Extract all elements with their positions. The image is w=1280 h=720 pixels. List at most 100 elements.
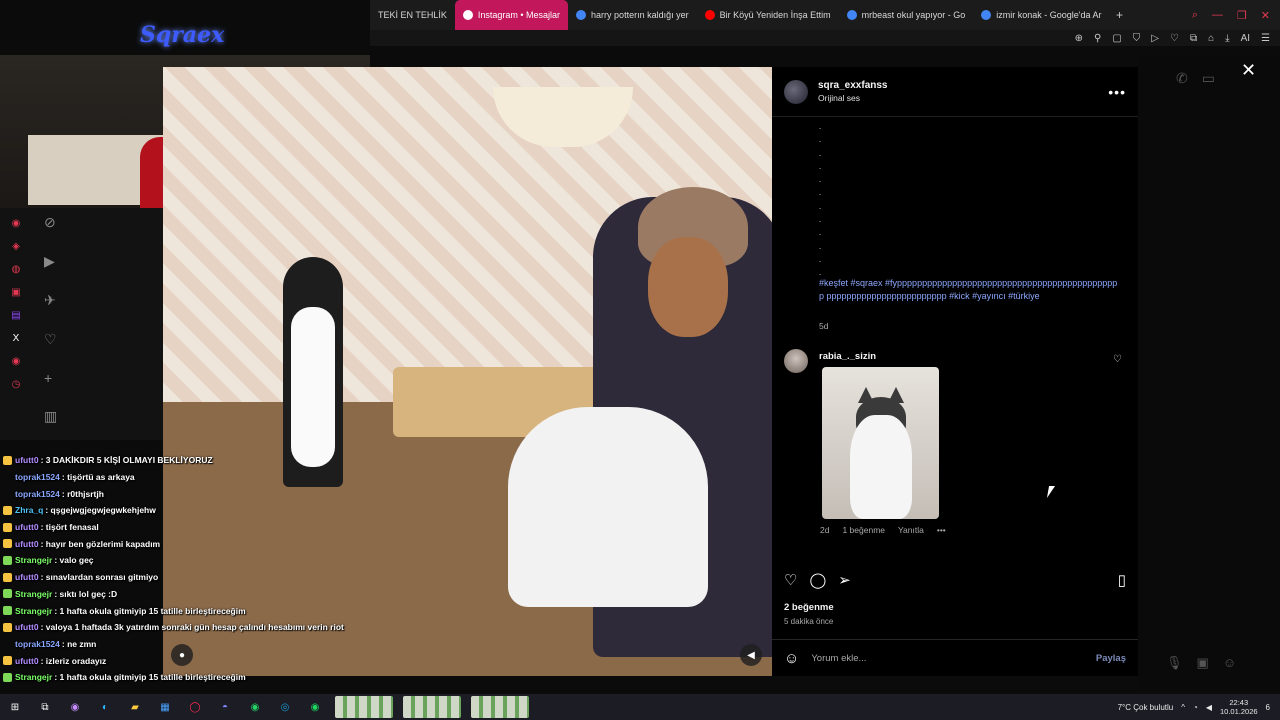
weather-widget[interactable]: 7°C Çok bulutlu: [1118, 703, 1174, 712]
tab-4[interactable]: mrbeast okul yapıyor - Go: [839, 0, 974, 30]
app-icon[interactable]: ◍: [12, 264, 21, 275]
extensions-icon[interactable]: ⧉: [1190, 33, 1197, 44]
wifi-icon[interactable]: ◔: [1193, 703, 1198, 712]
post-time: 5 dakika önce: [784, 617, 834, 626]
tab-3[interactable]: Bir Köyü Yeniden İnşa Ettim: [697, 0, 839, 30]
window-thumbnail[interactable]: [335, 696, 393, 718]
direct-icon[interactable]: ✈: [44, 292, 57, 309]
chat-line: toprak1524: r0thjsrtjh: [0, 485, 380, 502]
bookmark-icon[interactable]: ▯: [1118, 571, 1126, 589]
clock[interactable]: 22:43 10.01.2026: [1220, 698, 1258, 716]
window-thumbnail[interactable]: [471, 696, 529, 718]
comment-more-button[interactable]: •••: [937, 525, 946, 535]
chat-username[interactable]: Strangejr: [15, 606, 52, 616]
create-icon[interactable]: +: [44, 370, 57, 386]
avatar[interactable]: [784, 79, 808, 104]
chat-username[interactable]: ufutt0: [15, 656, 39, 666]
search-icon[interactable]: ⌕: [1192, 9, 1198, 22]
window-thumbnail[interactable]: [403, 696, 461, 718]
play-icon[interactable]: ▷: [1151, 33, 1159, 44]
comment-input[interactable]: Yorum ekle...: [811, 653, 1096, 664]
tab-0[interactable]: TEKİ EN TEHLİK: [370, 0, 455, 30]
screenshot-icon[interactable]: ▢: [1112, 33, 1121, 44]
wallet-icon[interactable]: ⌂: [1208, 33, 1214, 44]
twitch-icon[interactable]: ▤: [11, 310, 20, 321]
tab-5[interactable]: izmir konak - Google'da Ar: [973, 0, 1109, 30]
notification-badge[interactable]: 6: [1266, 703, 1270, 712]
chat-username[interactable]: ufutt0: [15, 572, 39, 582]
steam-icon[interactable]: ◎: [274, 698, 296, 716]
chat-username[interactable]: ufutt0: [15, 522, 39, 532]
opera-icon[interactable]: ◯: [184, 698, 206, 716]
copilot-icon[interactable]: ◉: [64, 698, 86, 716]
ai-button[interactable]: AI: [1241, 33, 1250, 44]
post-comment-button[interactable]: Paylaş: [1096, 653, 1126, 664]
chat-message: : sıktı lol geç :D: [54, 588, 118, 599]
start-icon[interactable]: ⊞: [4, 698, 26, 716]
dashboard-icon[interactable]: ▥: [44, 408, 57, 425]
comment-like-icon[interactable]: ♡: [1113, 354, 1122, 365]
chat-line: ufutt0: tişört fenasal: [0, 519, 380, 536]
shield-icon[interactable]: ⛉: [1133, 33, 1141, 44]
chat-username[interactable]: toprak1524: [15, 472, 60, 482]
spotify-icon[interactable]: ◉: [304, 698, 326, 716]
video-maid-apron: [291, 307, 335, 467]
post-audio[interactable]: Orijinal ses: [818, 93, 888, 103]
app-icon[interactable]: ◉: [12, 356, 21, 367]
post-username[interactable]: sqra_exxfanss: [818, 80, 888, 91]
menu-icon[interactable]: ☰: [1261, 33, 1270, 44]
app-icon[interactable]: ◈: [12, 241, 20, 252]
like-count[interactable]: 2 beğenme: [784, 602, 834, 613]
store-icon[interactable]: ▦: [154, 698, 176, 716]
pin-icon[interactable]: ⚲: [1094, 33, 1101, 44]
volume-icon[interactable]: ◀: [740, 644, 762, 666]
clock-time: 22:43: [1229, 698, 1249, 707]
chevron-up-icon[interactable]: ^: [1181, 703, 1185, 712]
discord-icon[interactable]: ◓: [214, 698, 236, 716]
chat-username[interactable]: toprak1524: [15, 639, 60, 649]
volume-tray-icon[interactable]: ◀: [1206, 703, 1212, 712]
explore-icon[interactable]: ⊘: [44, 214, 57, 231]
notifications-icon[interactable]: ♡: [44, 331, 57, 348]
reply-button[interactable]: Yanıtla: [898, 525, 924, 535]
zoom-icon[interactable]: ⊕: [1075, 33, 1083, 44]
new-tab-button[interactable]: +: [1109, 8, 1129, 22]
tab-instagram[interactable]: Instagram • Mesajlar: [454, 0, 569, 30]
heart-icon[interactable]: ♡: [1170, 33, 1179, 44]
comment-username[interactable]: rabia_._sizin: [819, 351, 876, 362]
explorer-icon[interactable]: ▰: [124, 698, 146, 716]
reels-icon[interactable]: ▶: [44, 253, 57, 270]
avatar[interactable]: [784, 349, 808, 373]
like-icon[interactable]: ♡: [784, 571, 797, 589]
emoji-icon[interactable]: ☺: [784, 650, 799, 667]
chat-username[interactable]: Zhra_q: [15, 505, 43, 515]
download-icon[interactable]: ⤓: [1225, 33, 1229, 44]
clock-icon[interactable]: ◷: [12, 379, 21, 390]
chat-username[interactable]: Strangejr: [15, 589, 52, 599]
whatsapp-icon[interactable]: ◉: [244, 698, 266, 716]
app-icon[interactable]: ▣: [11, 287, 20, 298]
share-icon[interactable]: ➢: [838, 571, 851, 589]
chat-username[interactable]: Strangejr: [15, 555, 52, 565]
close-icon[interactable]: ✕: [1241, 60, 1256, 81]
tab-2[interactable]: harry potterın kaldığı yer: [568, 0, 697, 30]
chat-username[interactable]: ufutt0: [15, 622, 39, 632]
stream-brand-logo: Sqraex: [140, 22, 225, 48]
more-options-icon[interactable]: •••: [1108, 84, 1126, 100]
caption-hashtags[interactable]: #keşfet #sqraex #fyppppppppppppppppppppp…: [819, 277, 1119, 303]
chat-username[interactable]: Strangejr: [15, 672, 52, 682]
comment-likes[interactable]: 1 beğenme: [842, 525, 885, 535]
chat-username[interactable]: toprak1524: [15, 489, 60, 499]
minimize-icon[interactable]: —: [1212, 9, 1223, 22]
caption-dot: .: [819, 175, 822, 185]
chat-line: ufutt0: valoya 1 haftada 3k yatırdım son…: [0, 619, 380, 636]
comment-icon[interactable]: ◯: [809, 571, 826, 589]
app-icon[interactable]: ◉: [12, 218, 21, 229]
close-window-icon[interactable]: ✕: [1261, 9, 1270, 22]
restore-icon[interactable]: ❐: [1237, 9, 1247, 22]
taskview-icon[interactable]: ⧉: [34, 698, 56, 716]
chat-username[interactable]: ufutt0: [15, 539, 39, 549]
x-icon[interactable]: X: [13, 333, 20, 344]
edge-icon[interactable]: ◐: [94, 698, 116, 716]
chat-username[interactable]: ufutt0: [15, 455, 39, 465]
